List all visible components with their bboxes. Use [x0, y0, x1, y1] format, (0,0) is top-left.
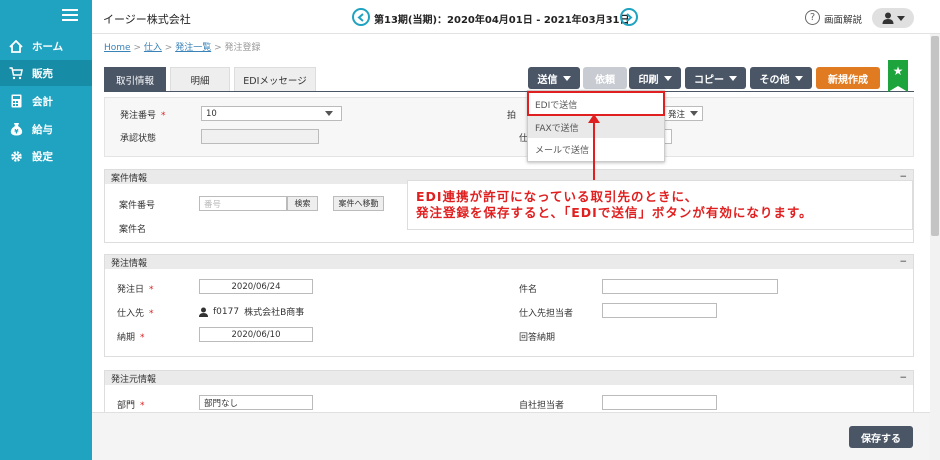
goto-project-button[interactable]: 案件へ移動 [333, 196, 384, 211]
supplier-contact-input[interactable] [602, 303, 717, 318]
annotation-line-1: EDI連携が許可になっている取引先のときに、 [416, 189, 699, 204]
order-type-select[interactable]: 発注 [663, 106, 703, 121]
sidebar-item-label: 販売 [32, 67, 53, 80]
partial-field[interactable] [664, 129, 672, 144]
user-icon [199, 307, 208, 317]
tab-edi-message[interactable]: EDIメッセージ [234, 67, 316, 92]
reply-due-label: 回答納期 [519, 333, 556, 343]
breadcrumb-purchase[interactable]: 仕入 [144, 43, 162, 53]
department-label: 部門 * [117, 401, 145, 411]
fiscal-period: 第13期(当期)：2020年04月01日 - 2021年03月31日 [374, 15, 630, 26]
supplier-contact-label: 仕入先担当者 [519, 309, 574, 319]
project-section-title: 案件情報 [111, 173, 148, 184]
previous-period-icon[interactable] [352, 8, 370, 26]
chevron-down-icon [729, 75, 737, 81]
chevron-down-icon [794, 75, 803, 81]
supplier-value[interactable]: f0177 株式会社B商事 [199, 305, 304, 318]
tab-transaction-info[interactable]: 取引情報 [104, 67, 166, 92]
sidebar-item-payroll[interactable]: ¥ 給与 [0, 116, 92, 142]
breadcrumb-order-list[interactable]: 発注一覧 [175, 43, 211, 53]
search-button[interactable]: 検索 [287, 196, 318, 211]
sidebar-item-label: 給与 [32, 123, 53, 136]
collapse-icon[interactable]: − [899, 373, 907, 383]
due-date-label: 納期 * [117, 333, 145, 343]
breadcrumb: Home > 仕入 > 発注一覧 > 発注登録 [104, 43, 261, 53]
sidebar-item-settings[interactable]: 設定 [0, 143, 92, 169]
order-number-label: 発注番号 * [120, 111, 166, 121]
annotation-arrow-line [593, 118, 595, 182]
order-date-input[interactable]: 2020/06/24 [199, 279, 313, 294]
copy-button[interactable]: コピー [685, 67, 746, 89]
supplier-name: 株式会社B商事 [244, 308, 305, 318]
money-bag-icon: ¥ [9, 122, 23, 136]
send-button[interactable]: 送信 [528, 67, 580, 89]
annotation-callout: EDI連携が許可になっている取引先のときに、 発注登録を保存すると、「EDIで送… [407, 180, 913, 230]
gear-icon [9, 149, 23, 163]
calculator-icon [9, 94, 23, 108]
sidebar-item-label: ホーム [32, 40, 64, 53]
user-icon [882, 12, 893, 24]
breadcrumb-home[interactable]: Home [104, 43, 131, 53]
subject-label: 件名 [519, 285, 538, 295]
staff-input[interactable] [602, 395, 717, 410]
arrow-up-icon [588, 114, 600, 123]
next-period-icon[interactable] [620, 8, 638, 26]
project-number-label: 案件番号 [119, 201, 156, 211]
help-link[interactable]: 画面解説 [824, 12, 862, 26]
subject-input[interactable] [602, 279, 778, 294]
sidebar-item-label: 設定 [32, 150, 53, 163]
tab-details[interactable]: 明細 [170, 67, 230, 92]
project-number-input[interactable]: 番号 [199, 196, 287, 211]
favorite-bookmark[interactable]: ★ [888, 60, 908, 92]
chevron-down-icon [690, 111, 698, 116]
highlight-box [527, 91, 665, 116]
supplier-label: 仕入先 * [117, 309, 154, 319]
staff-label: 自社担当者 [519, 401, 565, 411]
chevron-down-icon [562, 75, 571, 81]
order-source-section-title: 発注元情報 [111, 374, 157, 385]
home-icon [9, 39, 23, 53]
user-menu-button[interactable] [872, 8, 914, 28]
star-icon: ★ [892, 64, 904, 78]
project-name-label: 案件名 [119, 225, 147, 235]
cart-icon [9, 66, 23, 80]
department-input[interactable]: 部門なし [199, 395, 313, 410]
approval-status-field [201, 129, 319, 144]
approval-status-label: 承認状態 [120, 134, 157, 144]
chevron-down-icon [663, 75, 672, 81]
help-icon[interactable]: ? [805, 10, 820, 25]
sidebar-item-label: 会計 [32, 95, 53, 108]
new-button[interactable]: 新規作成 [816, 67, 880, 89]
scrollbar-thumb[interactable] [931, 36, 939, 236]
chevron-down-icon [325, 111, 333, 116]
request-button[interactable]: 依頼 [583, 67, 627, 89]
annotation-line-2: 発注登録を保存すると、「EDIで送信」ボタンが有効になります。 [416, 205, 813, 220]
order-number-select[interactable]: 10 [201, 106, 342, 121]
supplier-code: f0177 [213, 306, 240, 317]
order-info-section-title: 発注情報 [111, 258, 148, 269]
partial-label-1: 拍 [507, 111, 517, 121]
footer-bar [92, 412, 930, 460]
collapse-icon[interactable]: − [899, 257, 907, 267]
sidebar-item-home[interactable]: ホーム [0, 33, 92, 59]
other-button[interactable]: その他 [750, 67, 812, 89]
order-date-label: 発注日 * [117, 285, 154, 295]
print-button[interactable]: 印刷 [629, 67, 681, 89]
tab-underline [104, 91, 914, 92]
sidebar-item-sales[interactable]: 販売 [0, 60, 92, 86]
sidebar-item-accounting[interactable]: 会計 [0, 88, 92, 114]
company-name: イージー株式会社 [103, 13, 191, 26]
save-button[interactable]: 保存する [849, 426, 913, 448]
due-date-input[interactable]: 2020/06/10 [199, 327, 313, 342]
menu-item-mail-send[interactable]: メールで送信 [528, 138, 664, 160]
hamburger-menu-icon[interactable] [62, 9, 78, 21]
breadcrumb-current: 発注登録 [224, 43, 261, 53]
chevron-down-icon [896, 15, 905, 21]
